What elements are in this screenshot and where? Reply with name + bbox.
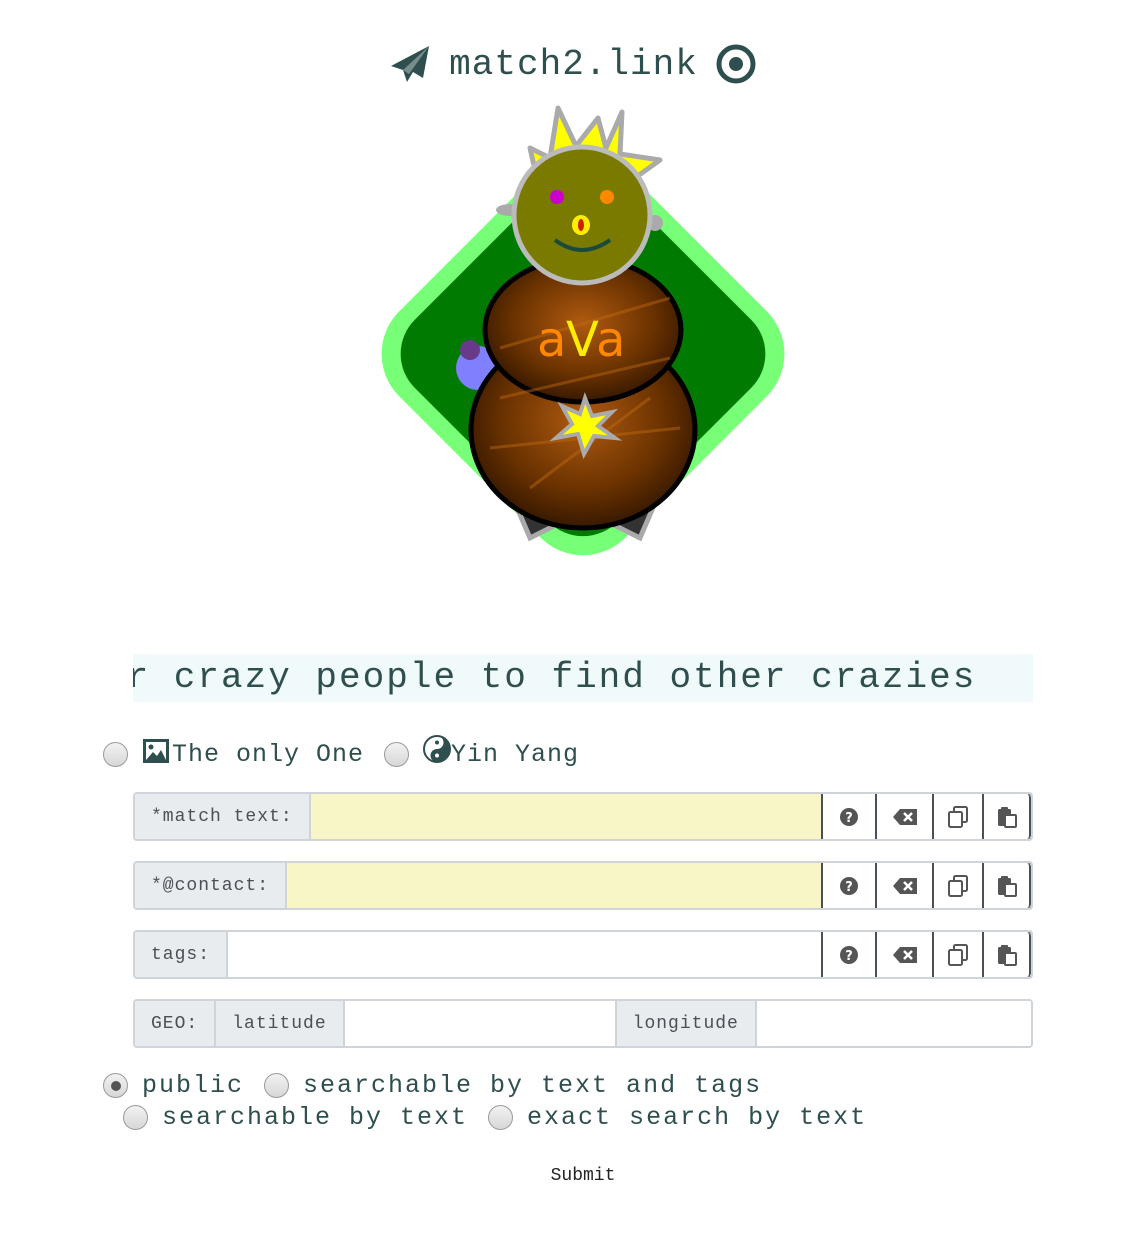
avatar-image: a V a [330, 98, 840, 608]
tags-clear-button[interactable] [875, 932, 932, 977]
match-text-group: *match text: ? [133, 792, 1033, 841]
svg-text:V: V [566, 312, 599, 368]
match-text-help-button[interactable]: ? [823, 794, 875, 839]
visibility-label-text[interactable]: searchable by text [162, 1103, 468, 1132]
visibility-radio-text-and-tags[interactable] [264, 1072, 290, 1098]
tags-help-button[interactable]: ? [823, 932, 875, 977]
svg-text:?: ? [845, 949, 853, 964]
paste-icon [997, 944, 1017, 966]
geo-label: GEO: [135, 1001, 217, 1046]
mode-label-yin-yang: Yin Yang [451, 739, 580, 769]
visibility-row-1: public searchable by text and tags [103, 1068, 782, 1102]
mode-option-only-one[interactable]: The only One [142, 739, 365, 769]
longitude-input[interactable] [756, 1001, 1031, 1046]
backspace-icon [892, 946, 917, 963]
backspace-icon [892, 808, 917, 825]
tagline-text: or crazy people to find other crazies [133, 657, 977, 698]
tags-copy-button[interactable] [932, 932, 982, 977]
tags-actions: ? [821, 932, 1031, 977]
visibility-label-public[interactable]: public [142, 1071, 244, 1100]
match-text-copy-button[interactable] [932, 794, 982, 839]
copy-icon [948, 943, 968, 966]
match-text-label: *match text: [135, 794, 311, 839]
svg-text:a: a [596, 312, 625, 368]
mode-label-only-one: The only One [172, 739, 365, 769]
avatar-svg: a V a [381, 105, 785, 556]
contact-paste-button[interactable] [982, 863, 1031, 908]
contact-clear-button[interactable] [875, 863, 932, 908]
tags-group: tags: ? [133, 930, 1033, 979]
contact-group: *@contact: ? [133, 861, 1033, 910]
question-circle-icon: ? [840, 807, 858, 826]
visibility-radio-exact[interactable] [488, 1104, 514, 1130]
mode-radio-yin-yang[interactable] [384, 741, 410, 767]
contact-copy-button[interactable] [932, 863, 982, 908]
image-icon [143, 739, 169, 763]
longitude-label: longitude [616, 1001, 757, 1046]
geo-group: GEO: latitude longitude [133, 999, 1033, 1048]
backspace-icon [892, 877, 917, 894]
contact-input[interactable] [287, 863, 821, 908]
visibility-label-text-and-tags[interactable]: searchable by text and tags [303, 1071, 762, 1100]
match-text-clear-button[interactable] [875, 794, 932, 839]
question-circle-icon: ? [840, 876, 858, 895]
visibility-label-exact[interactable]: exact search by text [527, 1103, 867, 1132]
match-text-input[interactable] [310, 794, 821, 839]
contact-help-button[interactable]: ? [823, 863, 875, 908]
latitude-label: latitude [216, 1001, 345, 1046]
copy-icon [948, 874, 968, 897]
submit-button[interactable]: Submit [536, 1160, 630, 1192]
contact-actions: ? [821, 863, 1031, 908]
svg-text:?: ? [845, 811, 853, 826]
match-text-actions: ? [821, 794, 1031, 839]
mode-radio-only-one[interactable] [103, 741, 128, 767]
visibility-radio-text[interactable] [123, 1104, 148, 1130]
contact-label: *@contact: [135, 863, 288, 908]
yin-yang-icon [423, 735, 452, 763]
paste-icon [997, 875, 1017, 897]
site-title[interactable]: match2.link [449, 44, 698, 85]
svg-text:?: ? [845, 880, 853, 895]
paper-plane-icon [391, 46, 430, 82]
tags-paste-button[interactable] [982, 932, 1031, 977]
target-icon[interactable] [716, 44, 756, 84]
paste-icon [997, 806, 1017, 828]
svg-text:a: a [537, 312, 566, 368]
mode-option-yin-yang[interactable]: Yin Yang [423, 735, 580, 769]
latitude-input[interactable] [344, 1001, 617, 1046]
question-circle-icon: ? [840, 945, 858, 964]
tags-input[interactable] [228, 932, 821, 977]
match-text-paste-button[interactable] [982, 794, 1031, 839]
copy-icon [948, 805, 968, 828]
tagline-marquee: or crazy people to find other crazies [133, 654, 1033, 702]
mode-selector: The only One Yin Yang [103, 734, 599, 774]
visibility-radio-public[interactable] [103, 1072, 128, 1098]
site-header: match2.link [0, 36, 1145, 92]
visibility-row-2: searchable by text exact search by text [123, 1100, 887, 1134]
tags-label: tags: [135, 932, 229, 977]
